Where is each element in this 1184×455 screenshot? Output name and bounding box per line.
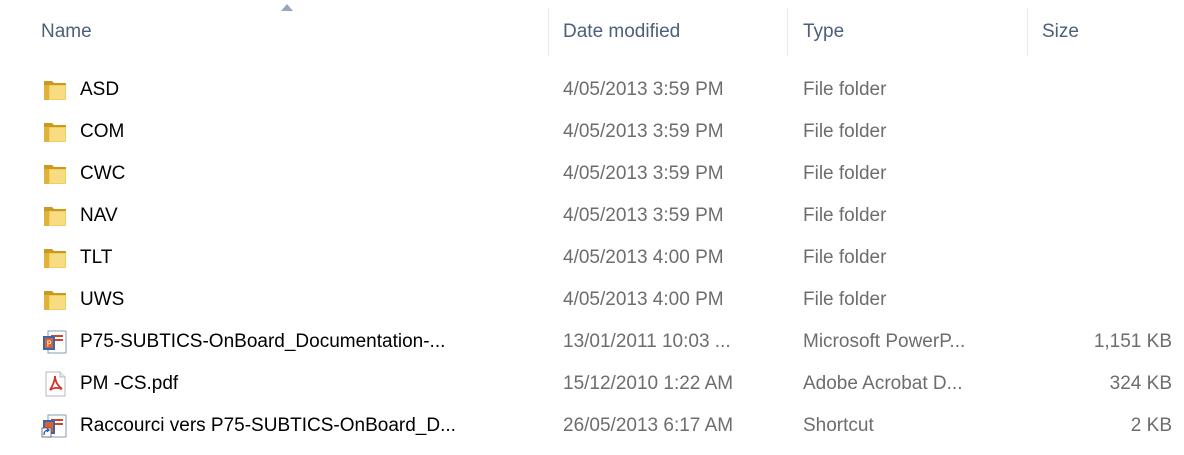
column-header-date-modified[interactable]: Date modified	[563, 10, 785, 54]
file-name: PM -CS.pdf	[80, 373, 179, 394]
file-size	[1030, 195, 1172, 237]
folder-icon	[41, 245, 69, 271]
file-size: 2 KB	[1130, 415, 1172, 436]
file-name: NAV	[80, 205, 118, 226]
svg-text:P: P	[47, 340, 52, 349]
file-list-view: Name Date modified Type Size ASD 4/05/20…	[0, 0, 1184, 455]
column-header-type[interactable]: Type	[803, 10, 1023, 54]
folder-icon	[41, 161, 69, 187]
column-divider[interactable]	[1027, 8, 1028, 56]
folder-icon	[41, 77, 69, 103]
file-type: File folder	[803, 205, 887, 226]
folder-icon	[41, 203, 69, 229]
file-date-modified: 4/05/2013 4:00 PM	[563, 247, 724, 268]
file-type: Microsoft PowerP...	[803, 331, 966, 352]
column-header-bar: Name Date modified Type Size	[0, 0, 1184, 62]
file-type: Shortcut	[803, 415, 874, 436]
file-name: UWS	[80, 289, 125, 310]
file-date-modified: 26/05/2013 6:17 AM	[563, 415, 734, 436]
file-row-asd[interactable]: ASD 4/05/2013 3:59 PM File folder	[0, 69, 1184, 111]
shortcut-icon	[41, 413, 69, 439]
file-size	[1030, 279, 1172, 321]
file-type: File folder	[803, 121, 887, 142]
file-type: File folder	[803, 163, 887, 184]
file-name: Raccourci vers P75-SUBTICS-OnBoard_D...	[80, 415, 456, 436]
file-row-raccourci-vers-p75-subtics-onboard-d[interactable]: Raccourci vers P75-SUBTICS-OnBoard_D... …	[0, 405, 1184, 447]
column-header-name[interactable]: Name	[41, 10, 546, 54]
file-row-uws[interactable]: UWS 4/05/2013 4:00 PM File folder	[0, 279, 1184, 321]
file-name: P75-SUBTICS-OnBoard_Documentation-...	[80, 331, 446, 352]
file-type: File folder	[803, 289, 887, 310]
column-header-size[interactable]: Size	[1042, 10, 1172, 54]
file-row-p75-subtics-onboard-documentation[interactable]: P P75-SUBTICS-OnBoard_Documentation-... …	[0, 321, 1184, 363]
file-name: ASD	[80, 79, 120, 100]
folder-icon	[41, 287, 69, 313]
file-type: Adobe Acrobat D...	[803, 373, 963, 394]
file-size: 324 KB	[1109, 373, 1172, 394]
file-date-modified: 4/05/2013 3:59 PM	[563, 205, 724, 226]
file-size	[1030, 111, 1172, 153]
folder-icon	[41, 119, 69, 145]
file-row-nav[interactable]: NAV 4/05/2013 3:59 PM File folder	[0, 195, 1184, 237]
file-size	[1030, 237, 1172, 279]
file-rows: ASD 4/05/2013 3:59 PM File folder COM 4/…	[0, 69, 1184, 447]
pdf-icon	[41, 371, 69, 397]
powerpoint-icon: P	[41, 329, 69, 355]
file-name: CWC	[80, 163, 126, 184]
file-row-cwc[interactable]: CWC 4/05/2013 3:59 PM File folder	[0, 153, 1184, 195]
file-date-modified: 4/05/2013 3:59 PM	[563, 163, 724, 184]
file-size: 1,151 KB	[1093, 331, 1172, 352]
file-date-modified: 4/05/2013 3:59 PM	[563, 121, 724, 142]
file-name: TLT	[80, 247, 113, 268]
column-divider[interactable]	[787, 8, 788, 56]
column-divider[interactable]	[548, 8, 549, 56]
file-date-modified: 15/12/2010 1:22 AM	[563, 373, 734, 394]
file-row-pm-cs-pdf[interactable]: PM -CS.pdf 15/12/2010 1:22 AM Adobe Acro…	[0, 363, 1184, 405]
file-row-com[interactable]: COM 4/05/2013 3:59 PM File folder	[0, 111, 1184, 153]
file-date-modified: 13/01/2011 10:03 ...	[563, 331, 731, 352]
file-size	[1030, 153, 1172, 195]
file-type: File folder	[803, 247, 887, 268]
file-size	[1030, 69, 1172, 111]
file-type: File folder	[803, 79, 887, 100]
file-date-modified: 4/05/2013 3:59 PM	[563, 79, 724, 100]
file-row-tlt[interactable]: TLT 4/05/2013 4:00 PM File folder	[0, 237, 1184, 279]
file-name: COM	[80, 121, 125, 142]
file-date-modified: 4/05/2013 4:00 PM	[563, 289, 724, 310]
